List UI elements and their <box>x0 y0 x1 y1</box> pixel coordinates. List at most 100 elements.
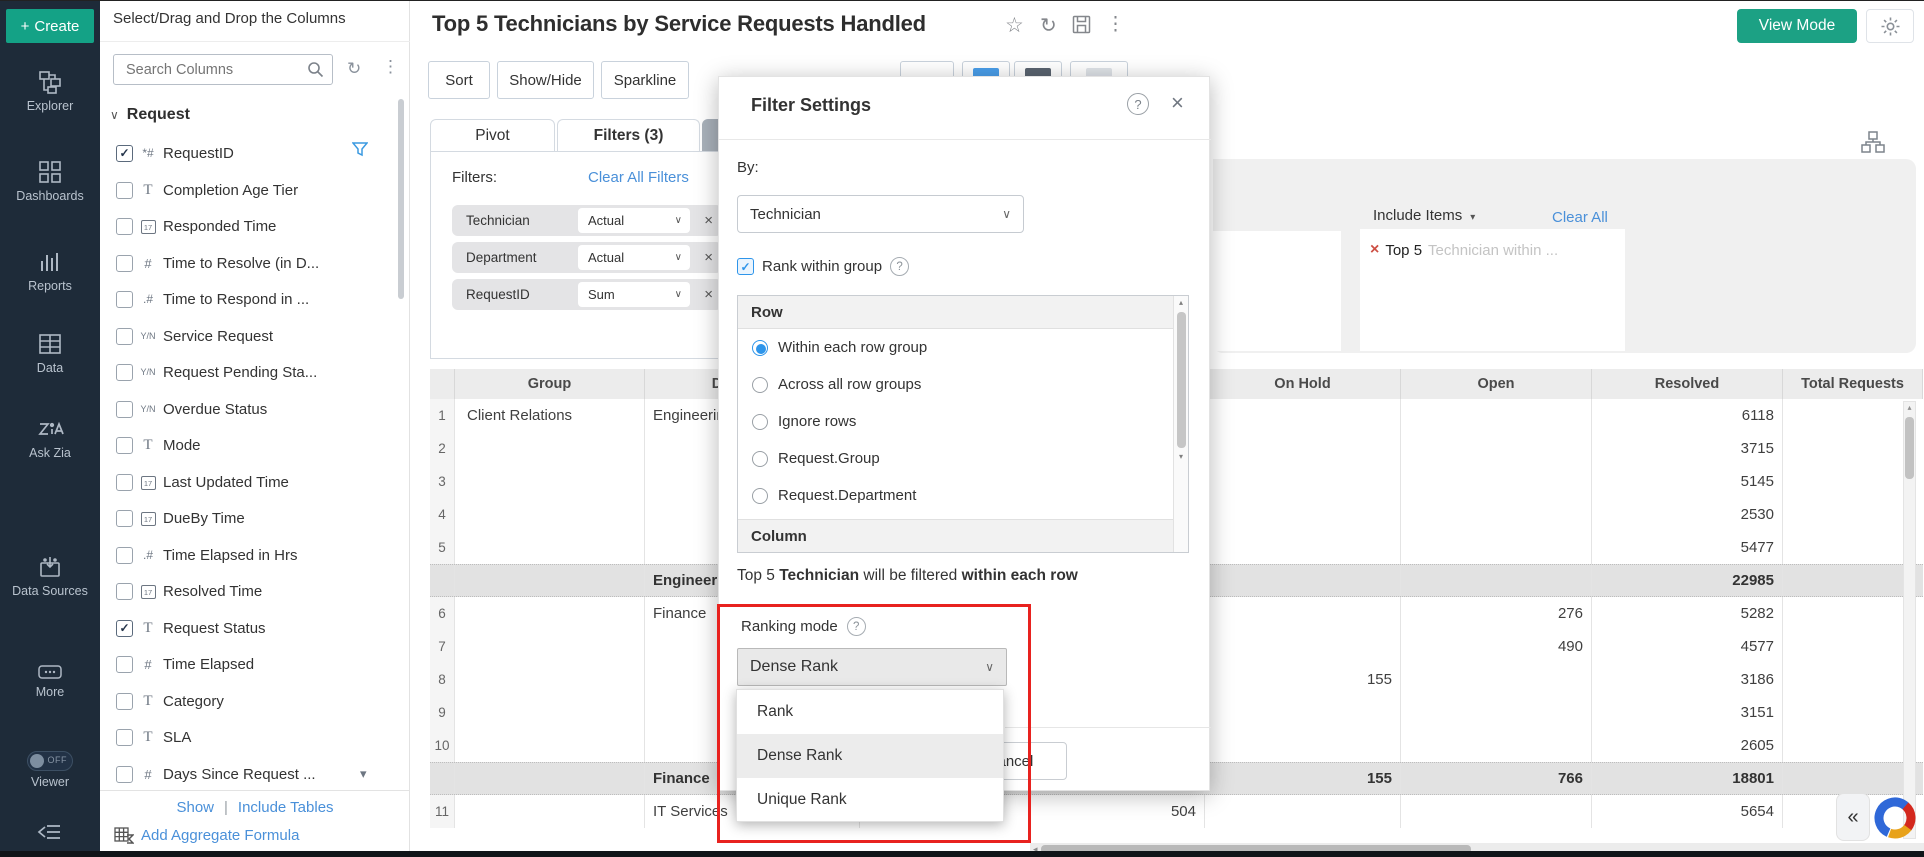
scroll-down-arrow[interactable]: ▾ <box>1174 450 1188 464</box>
checkbox[interactable] <box>116 583 133 600</box>
sidebar-item-data-sources[interactable]: Data Sources <box>0 554 100 599</box>
filter-chip-requestid[interactable]: RequestID Sum∨ × <box>452 279 722 310</box>
viewer-toggle[interactable]: OFF <box>27 751 73 771</box>
filter-chip-technician[interactable]: Technician Actual∨ × <box>452 205 722 236</box>
column-item-request-status[interactable]: ✓ T Request Status <box>116 613 394 643</box>
column-item[interactable]: Y/N Request Pending Sta... <box>116 357 394 387</box>
checkbox[interactable] <box>116 693 133 710</box>
more-options-icon[interactable]: ⋮ <box>1106 13 1125 36</box>
column-item[interactable]: .# Time to Respond in ... <box>116 284 394 314</box>
scroll-thumb[interactable] <box>1905 417 1914 479</box>
aggregate-select[interactable]: Sum∨ <box>578 282 690 307</box>
clear-all-filters-link[interactable]: Clear All Filters <box>588 169 689 186</box>
aggregate-select[interactable]: Actual∨ <box>578 245 690 270</box>
rank-within-group-checkbox[interactable]: ✓ <box>737 258 754 275</box>
option-ignore-rows[interactable]: Ignore rows <box>738 403 1158 440</box>
listbox-scrollbar[interactable]: ▴ ▾ <box>1173 296 1188 552</box>
checkbox-checked[interactable]: ✓ <box>116 620 133 637</box>
column-item[interactable]: T SLA <box>116 722 394 752</box>
checkbox[interactable] <box>116 218 133 235</box>
checkbox[interactable] <box>116 401 133 418</box>
checkbox[interactable] <box>116 364 133 381</box>
checkbox[interactable] <box>116 182 133 199</box>
option-within-each-row-group[interactable]: Within each row group <box>738 329 1158 366</box>
dropdown-option-rank[interactable]: Rank <box>737 690 1003 734</box>
help-icon[interactable]: ? <box>1127 93 1149 115</box>
help-icon[interactable]: ? <box>847 617 866 636</box>
checkbox[interactable] <box>116 656 133 673</box>
panel-menu-icon[interactable]: ⋮ <box>382 57 399 77</box>
radio-selected[interactable] <box>752 340 768 356</box>
column-item[interactable]: # Time Elapsed <box>116 649 394 679</box>
checkbox[interactable] <box>116 437 133 454</box>
checkbox[interactable] <box>116 291 133 308</box>
checkbox[interactable] <box>116 255 133 272</box>
include-items-dropdown[interactable]: Include Items▾ <box>1373 207 1475 224</box>
scroll-up-arrow[interactable]: ▴ <box>1904 402 1915 414</box>
dropdown-option-dense-rank[interactable]: Dense Rank <box>737 734 1003 778</box>
sidebar-item-reports[interactable]: Reports <box>0 249 100 294</box>
remove-filter-icon[interactable]: × <box>704 249 713 266</box>
column-item[interactable]: # Time to Resolve (in D... <box>116 248 394 278</box>
close-icon[interactable]: × <box>1171 90 1184 116</box>
column-item[interactable]: .# Time Elapsed in Hrs <box>116 540 394 570</box>
column-item[interactable]: 17 DueBy Time <box>116 503 394 533</box>
filter-funnel-icon[interactable] <box>352 141 368 162</box>
remove-filter-icon[interactable]: × <box>704 212 713 229</box>
column-item[interactable]: # Days Since Request ... <box>116 759 394 789</box>
search-input[interactable] <box>124 56 304 83</box>
by-select[interactable]: Technician ∨ <box>737 195 1024 233</box>
scroll-thumb[interactable] <box>1177 312 1186 448</box>
remove-filter-icon[interactable]: × <box>704 286 713 303</box>
columns-scrollbar[interactable] <box>398 99 404 299</box>
checkbox-checked[interactable]: ✓ <box>116 145 133 162</box>
filter-chip-department[interactable]: Department Actual∨ × <box>452 242 722 273</box>
sidebar-item-data[interactable]: Data <box>0 331 100 376</box>
collapse-panel-button[interactable]: « <box>1836 793 1870 841</box>
refresh-columns-icon[interactable]: ↻ <box>347 59 361 79</box>
remove-condition-icon[interactable]: × <box>1370 241 1379 259</box>
sidebar-item-dashboards[interactable]: Dashboards <box>0 159 100 204</box>
favorite-star-icon[interactable]: ☆ <box>1005 13 1024 38</box>
column-item[interactable]: T Mode <box>116 430 394 460</box>
ranking-mode-select[interactable]: Dense Rank ∨ <box>737 648 1007 686</box>
include-tables-link[interactable]: Include Tables <box>238 799 334 816</box>
checkbox[interactable] <box>116 547 133 564</box>
checkbox[interactable] <box>116 510 133 527</box>
sidebar-item-more[interactable]: More <box>0 663 100 700</box>
radio[interactable] <box>752 414 768 430</box>
top5-condition-item[interactable]: × Top 5 Technician within ... <box>1370 241 1558 259</box>
hierarchy-view-icon[interactable] <box>1860 129 1886 160</box>
show-hide-button[interactable]: Show/Hide <box>497 61 594 99</box>
checkbox[interactable] <box>116 766 133 783</box>
option-across-all-row-groups[interactable]: Across all row groups <box>738 366 1158 403</box>
radio[interactable] <box>752 451 768 467</box>
radio[interactable] <box>752 377 768 393</box>
scroll-down-caret-icon[interactable]: ▾ <box>360 766 367 782</box>
dropdown-option-unique-rank[interactable]: Unique Rank <box>737 778 1003 822</box>
show-link[interactable]: Show <box>176 799 214 816</box>
column-item[interactable]: 17 Last Updated Time <box>116 467 394 497</box>
radio[interactable] <box>752 488 768 504</box>
aggregate-select[interactable]: Actual∨ <box>578 208 690 233</box>
column-item[interactable]: T Completion Age Tier <box>116 175 394 205</box>
table-vertical-scrollbar[interactable]: ▴ <box>1903 401 1916 839</box>
clear-all-link[interactable]: Clear All <box>1552 209 1608 226</box>
option-request-department[interactable]: Request.Department <box>738 477 1158 514</box>
option-request-group[interactable]: Request.Group <box>738 440 1158 477</box>
create-button[interactable]: + Create <box>6 9 94 43</box>
checkbox[interactable] <box>116 474 133 491</box>
save-icon[interactable] <box>1072 15 1091 39</box>
sidebar-item-ask-zia[interactable]: Ask Zia <box>0 416 100 461</box>
view-mode-button[interactable]: View Mode <box>1737 9 1857 43</box>
add-aggregate-formula[interactable]: Add Aggregate Formula <box>114 827 299 844</box>
column-item[interactable]: Y/N Overdue Status <box>116 394 394 424</box>
sort-button[interactable]: Sort <box>428 61 490 99</box>
sidebar-item-explorer[interactable]: Explorer <box>0 69 100 114</box>
tab-filters[interactable]: Filters (3) <box>557 119 700 152</box>
checkbox[interactable] <box>116 328 133 345</box>
column-item[interactable]: Y/N Service Request <box>116 321 394 351</box>
column-item[interactable]: T Category <box>116 686 394 716</box>
checkbox[interactable] <box>116 729 133 746</box>
collapse-sidebar-button[interactable] <box>0 821 100 849</box>
